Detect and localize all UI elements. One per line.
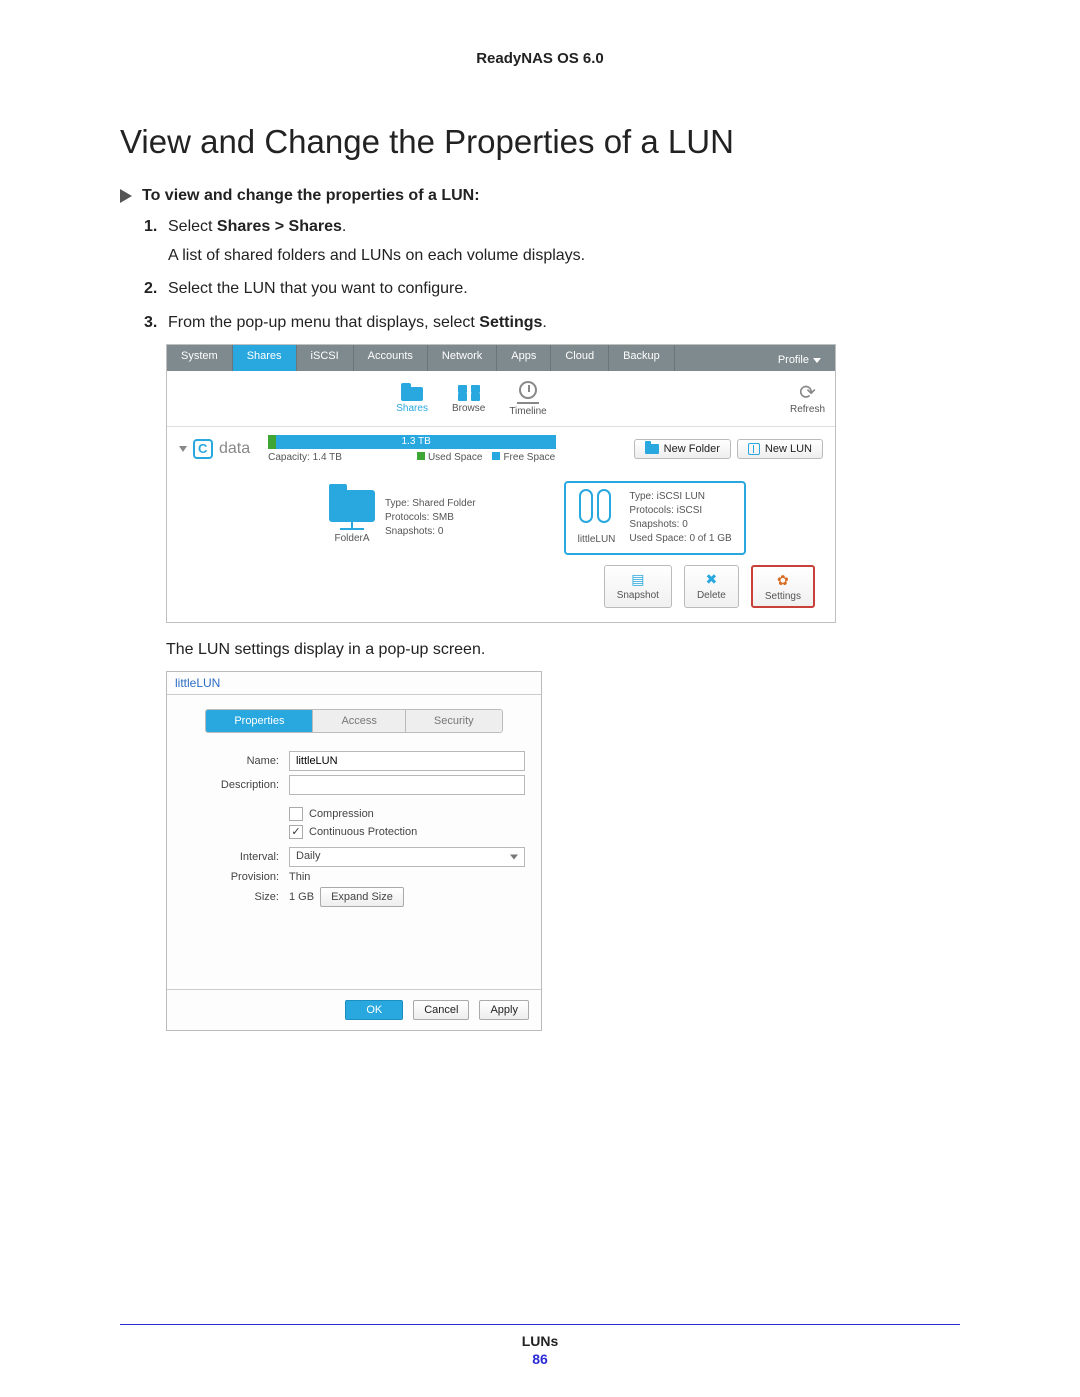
mid-paragraph: The LUN settings display in a pop-up scr… bbox=[166, 641, 960, 659]
toolbar-timeline[interactable]: Timeline bbox=[509, 381, 546, 417]
shared-folder-icon bbox=[329, 490, 375, 522]
nav-backup[interactable]: Backup bbox=[609, 345, 675, 371]
continuous-protection-checkbox[interactable]: ✓ bbox=[289, 825, 303, 839]
procedure-arrow-icon bbox=[120, 189, 132, 203]
settings-button[interactable]: ✿Settings bbox=[751, 565, 815, 608]
running-header: ReadyNAS OS 6.0 bbox=[120, 50, 960, 67]
lun-icon bbox=[748, 443, 760, 455]
footer-page-number: 86 bbox=[120, 1351, 960, 1367]
volume-name: data bbox=[219, 440, 250, 458]
label-name: Name: bbox=[183, 755, 283, 767]
label-continuous-protection: Continuous Protection bbox=[309, 826, 417, 838]
tab-properties[interactable]: Properties bbox=[206, 710, 313, 732]
nav-accounts[interactable]: Accounts bbox=[354, 345, 428, 371]
new-folder-button[interactable]: New Folder bbox=[634, 439, 731, 459]
folder-meta: Type: Shared Folder Protocols: SMB Snaps… bbox=[385, 497, 476, 539]
grid-icon bbox=[458, 385, 480, 401]
size-value: 1 GB bbox=[289, 891, 314, 903]
label-interval: Interval: bbox=[183, 851, 283, 863]
provision-value: Thin bbox=[289, 871, 310, 883]
refresh-icon: ⟳ bbox=[799, 384, 816, 402]
step-2: Select the LUN that you want to configur… bbox=[144, 277, 960, 300]
capacity-legend: Used Space Free Space bbox=[417, 452, 555, 463]
name-field[interactable] bbox=[289, 751, 525, 771]
label-description: Description: bbox=[183, 779, 283, 791]
main-nav: System Shares iSCSI Accounts Network App… bbox=[167, 345, 835, 371]
folder-icon bbox=[645, 444, 659, 454]
profile-menu[interactable]: Profile bbox=[764, 345, 835, 371]
lun-item-selected[interactable]: littleLUN Type: iSCSI LUN Protocols: iSC… bbox=[564, 481, 746, 555]
nav-apps[interactable]: Apps bbox=[497, 345, 551, 371]
expand-size-button[interactable]: Expand Size bbox=[320, 887, 404, 907]
nav-cloud[interactable]: Cloud bbox=[551, 345, 609, 371]
lun-icon bbox=[579, 489, 615, 529]
gear-icon: ✿ bbox=[775, 573, 791, 589]
toolbar-refresh[interactable]: ⟳ Refresh bbox=[790, 384, 825, 415]
label-provision: Provision: bbox=[183, 871, 283, 883]
step-1: Select Shares > Shares. A list of shared… bbox=[144, 215, 960, 267]
folder-icon bbox=[401, 387, 423, 401]
lun-meta: Type: iSCSI LUN Protocols: iSCSI Snapsho… bbox=[629, 490, 731, 546]
chevron-down-icon bbox=[510, 854, 518, 859]
step-3: From the pop-up menu that displays, sele… bbox=[144, 311, 960, 334]
context-actions: ▤Snapshot ✖Delete ✿Settings bbox=[179, 565, 823, 608]
ok-button[interactable]: OK bbox=[345, 1000, 403, 1020]
snapshot-button[interactable]: ▤Snapshot bbox=[604, 565, 672, 608]
delete-icon: ✖ bbox=[703, 572, 719, 588]
delete-button[interactable]: ✖Delete bbox=[684, 565, 739, 608]
dialog-title: littleLUN bbox=[167, 672, 541, 695]
cancel-button[interactable]: Cancel bbox=[413, 1000, 469, 1020]
compression-checkbox[interactable] bbox=[289, 807, 303, 821]
screenshot-lun-settings-dialog: littleLUN Properties Access Security Nam… bbox=[166, 671, 542, 1031]
screenshot-shares-view: System Shares iSCSI Accounts Network App… bbox=[166, 344, 836, 623]
interval-select[interactable]: Daily bbox=[289, 847, 525, 867]
toolbar-shares[interactable]: Shares bbox=[396, 384, 428, 414]
expand-caret-icon[interactable] bbox=[179, 446, 187, 452]
procedure-heading: To view and change the properties of a L… bbox=[142, 187, 480, 205]
capacity-label: Capacity: 1.4 TB bbox=[268, 452, 342, 463]
apply-button[interactable]: Apply bbox=[479, 1000, 529, 1020]
volume-icon bbox=[193, 439, 213, 459]
dialog-tabs: Properties Access Security bbox=[205, 709, 502, 733]
description-field[interactable] bbox=[289, 775, 525, 795]
nav-iscsi[interactable]: iSCSI bbox=[297, 345, 354, 371]
label-compression: Compression bbox=[309, 808, 374, 820]
new-lun-button[interactable]: New LUN bbox=[737, 439, 823, 459]
nav-network[interactable]: Network bbox=[428, 345, 497, 371]
toolbar-browse[interactable]: Browse bbox=[452, 385, 485, 414]
tab-access[interactable]: Access bbox=[313, 710, 405, 732]
nav-system[interactable]: System bbox=[167, 345, 233, 371]
nav-shares[interactable]: Shares bbox=[233, 345, 297, 371]
label-size: Size: bbox=[183, 891, 283, 903]
capacity-bar: 1.3 TB bbox=[268, 435, 556, 449]
page-title: View and Change the Properties of a LUN bbox=[120, 123, 960, 161]
clock-icon bbox=[519, 381, 537, 399]
tab-security[interactable]: Security bbox=[406, 710, 502, 732]
folder-item[interactable]: FolderA Type: Shared Folder Protocols: S… bbox=[329, 481, 476, 555]
footer-section: LUNs bbox=[120, 1333, 960, 1349]
snapshot-icon: ▤ bbox=[630, 572, 646, 588]
chevron-down-icon bbox=[813, 358, 821, 363]
